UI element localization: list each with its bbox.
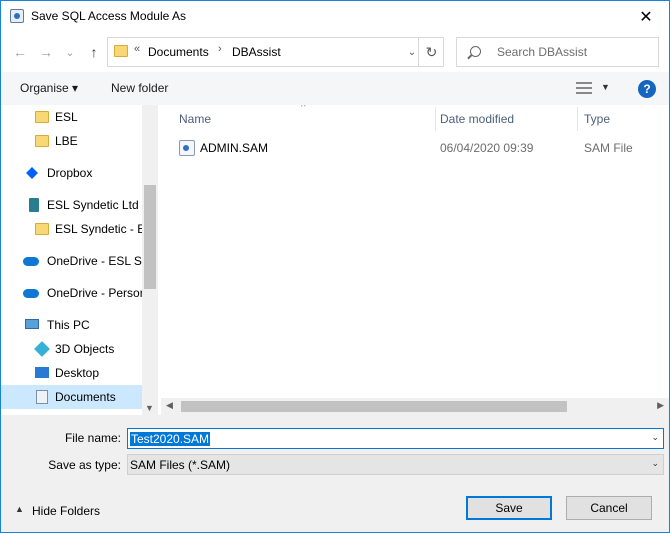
desktop-icon: [35, 367, 49, 378]
sidebar-item-documents[interactable]: Documents: [1, 385, 142, 409]
window-title: Save SQL Access Module As: [31, 9, 186, 23]
cloud-icon: [23, 289, 39, 298]
sidebar-item-label: ESL: [55, 110, 78, 124]
help-icon[interactable]: ?: [638, 80, 656, 98]
folder-icon: [114, 45, 128, 57]
horizontal-scroll-thumb[interactable]: [181, 401, 567, 412]
save-type-select[interactable]: SAM Files (*.SAM) ⌄: [127, 454, 664, 475]
sidebar-item-this-pc[interactable]: This PC: [1, 313, 142, 337]
collapse-caret-icon: ▲: [15, 504, 24, 514]
sidebar-item-label: LBE: [55, 134, 78, 148]
save-form: File name: Test2020.SAM ⌄ Save as type: …: [1, 415, 669, 532]
sidebar-item-label: Documents: [55, 390, 116, 404]
file-name-dropdown-icon[interactable]: ⌄: [651, 432, 659, 443]
scroll-down-icon[interactable]: ▼: [145, 403, 154, 413]
save-button[interactable]: Save: [466, 496, 552, 520]
column-header-type[interactable]: Type: [584, 105, 610, 133]
sidebar-item-label: ESL Syndetic Ltd: [47, 198, 139, 212]
scroll-left-icon[interactable]: ◀: [166, 400, 173, 411]
search-icon: [470, 46, 481, 57]
save-type-value: SAM Files (*.SAM): [130, 458, 231, 472]
title-bar: Save SQL Access Module As ✕: [1, 1, 669, 32]
sidebar-item-onedrive-esl[interactable]: OneDrive - ESL Sy: [1, 249, 142, 273]
address-row: ← → ⌄ ↑ « Documents › DBAssist ⌄ ↻ Searc…: [1, 32, 669, 72]
sidebar-item-esl[interactable]: ESL: [1, 105, 142, 129]
save-dialog: Save SQL Access Module As ✕ ← → ⌄ ↑ « Do…: [0, 0, 670, 533]
file-name-cell: ADMIN.SAM: [200, 141, 269, 155]
sidebar-item-esl-syndetic-ltd[interactable]: ESL Syndetic Ltd: [1, 193, 142, 217]
sidebar-item-label: 3D Objects: [55, 342, 115, 356]
organise-button[interactable]: Organise ▾: [20, 81, 78, 95]
breadcrumb-overflow[interactable]: «: [134, 43, 140, 55]
sidebar-item-esl-syndetic-es[interactable]: ESL Syndetic - ES: [1, 217, 142, 241]
folder-icon: [35, 135, 49, 147]
file-name-value: Test2020.SAM: [130, 432, 211, 446]
address-bar[interactable]: « Documents › DBAssist ⌄ ↻: [107, 37, 444, 67]
sidebar-item-desktop[interactable]: Desktop: [1, 361, 142, 385]
file-type-cell: SAM File: [584, 141, 633, 155]
back-arrow-icon[interactable]: ←: [9, 41, 31, 63]
navigation-pane: ESL LBE Dropbox ESL Syndetic Ltd ESL Syn…: [1, 105, 158, 415]
sidebar-item-label: This PC: [47, 318, 90, 332]
table-row[interactable]: ADMIN.SAM 06/04/2020 09:39 SAM File: [161, 137, 669, 159]
cancel-button[interactable]: Cancel: [566, 496, 652, 520]
search-placeholder: Search DBAssist: [497, 45, 588, 59]
search-input[interactable]: Search DBAssist: [456, 37, 659, 67]
forward-arrow-icon[interactable]: →: [35, 41, 57, 63]
column-divider[interactable]: [577, 107, 578, 131]
view-options-dropdown-icon[interactable]: ▼: [601, 82, 610, 92]
sidebar-item-label: Desktop: [55, 366, 100, 380]
documents-icon: [36, 390, 48, 404]
sidebar-scroll-thumb[interactable]: [144, 185, 156, 289]
sort-ascending-icon: ^: [301, 105, 306, 113]
column-header-name[interactable]: Name: [179, 105, 211, 133]
app-icon: [10, 9, 24, 23]
sam-file-icon: [179, 140, 195, 156]
sidebar-scrollbar[interactable]: ▼: [142, 105, 158, 415]
breadcrumb-dbassist[interactable]: DBAssist: [232, 45, 281, 59]
close-button[interactable]: ✕: [623, 1, 669, 32]
column-divider[interactable]: [435, 107, 436, 131]
sidebar-item-lbe[interactable]: LBE: [1, 129, 142, 153]
command-bar: Organise ▾ New folder ▼ ?: [1, 72, 669, 105]
dropbox-icon: [25, 166, 39, 180]
sidebar-item-label: OneDrive - Persor: [47, 286, 142, 300]
new-folder-button[interactable]: New folder: [111, 81, 168, 95]
file-name-label: File name:: [64, 431, 121, 445]
column-header-date[interactable]: Date modified: [440, 105, 514, 133]
chevron-down-icon: ⌄: [651, 458, 659, 468]
scroll-right-icon[interactable]: ▶: [657, 400, 664, 411]
building-icon: [29, 198, 39, 212]
sidebar-item-label: ESL Syndetic - ES: [55, 222, 142, 236]
horizontal-scrollbar[interactable]: ◀ ▶: [161, 398, 669, 415]
sidebar-item-label: Dropbox: [47, 166, 93, 180]
recent-locations-dropdown-icon[interactable]: ⌄: [59, 41, 81, 63]
save-type-label: Save as type:: [48, 458, 121, 472]
breadcrumb-documents[interactable]: Documents: [148, 45, 209, 59]
hide-folders-button[interactable]: Hide Folders: [32, 504, 100, 518]
folder-icon: [35, 223, 49, 235]
folder-icon: [35, 111, 49, 123]
pc-icon: [25, 319, 39, 329]
file-name-field[interactable]: Test2020.SAM ⌄: [127, 428, 664, 449]
sidebar-item-label: OneDrive - ESL Sy: [47, 254, 142, 268]
cloud-icon: [23, 257, 39, 266]
refresh-icon[interactable]: ↻: [418, 38, 444, 66]
sidebar-item-onedrive-personal[interactable]: OneDrive - Persor: [1, 281, 142, 305]
up-arrow-icon[interactable]: ↑: [83, 41, 105, 63]
file-date-cell: 06/04/2020 09:39: [440, 141, 534, 155]
breadcrumb-separator[interactable]: ›: [218, 43, 222, 55]
sidebar-item-3d-objects[interactable]: 3D Objects: [1, 337, 142, 361]
sidebar-item-dropbox[interactable]: Dropbox: [1, 161, 142, 185]
file-list: ^ Name Date modified Type ADMIN.SAM 06/0…: [161, 105, 669, 415]
cube-icon: [34, 341, 50, 357]
change-view-icon[interactable]: [576, 82, 592, 94]
